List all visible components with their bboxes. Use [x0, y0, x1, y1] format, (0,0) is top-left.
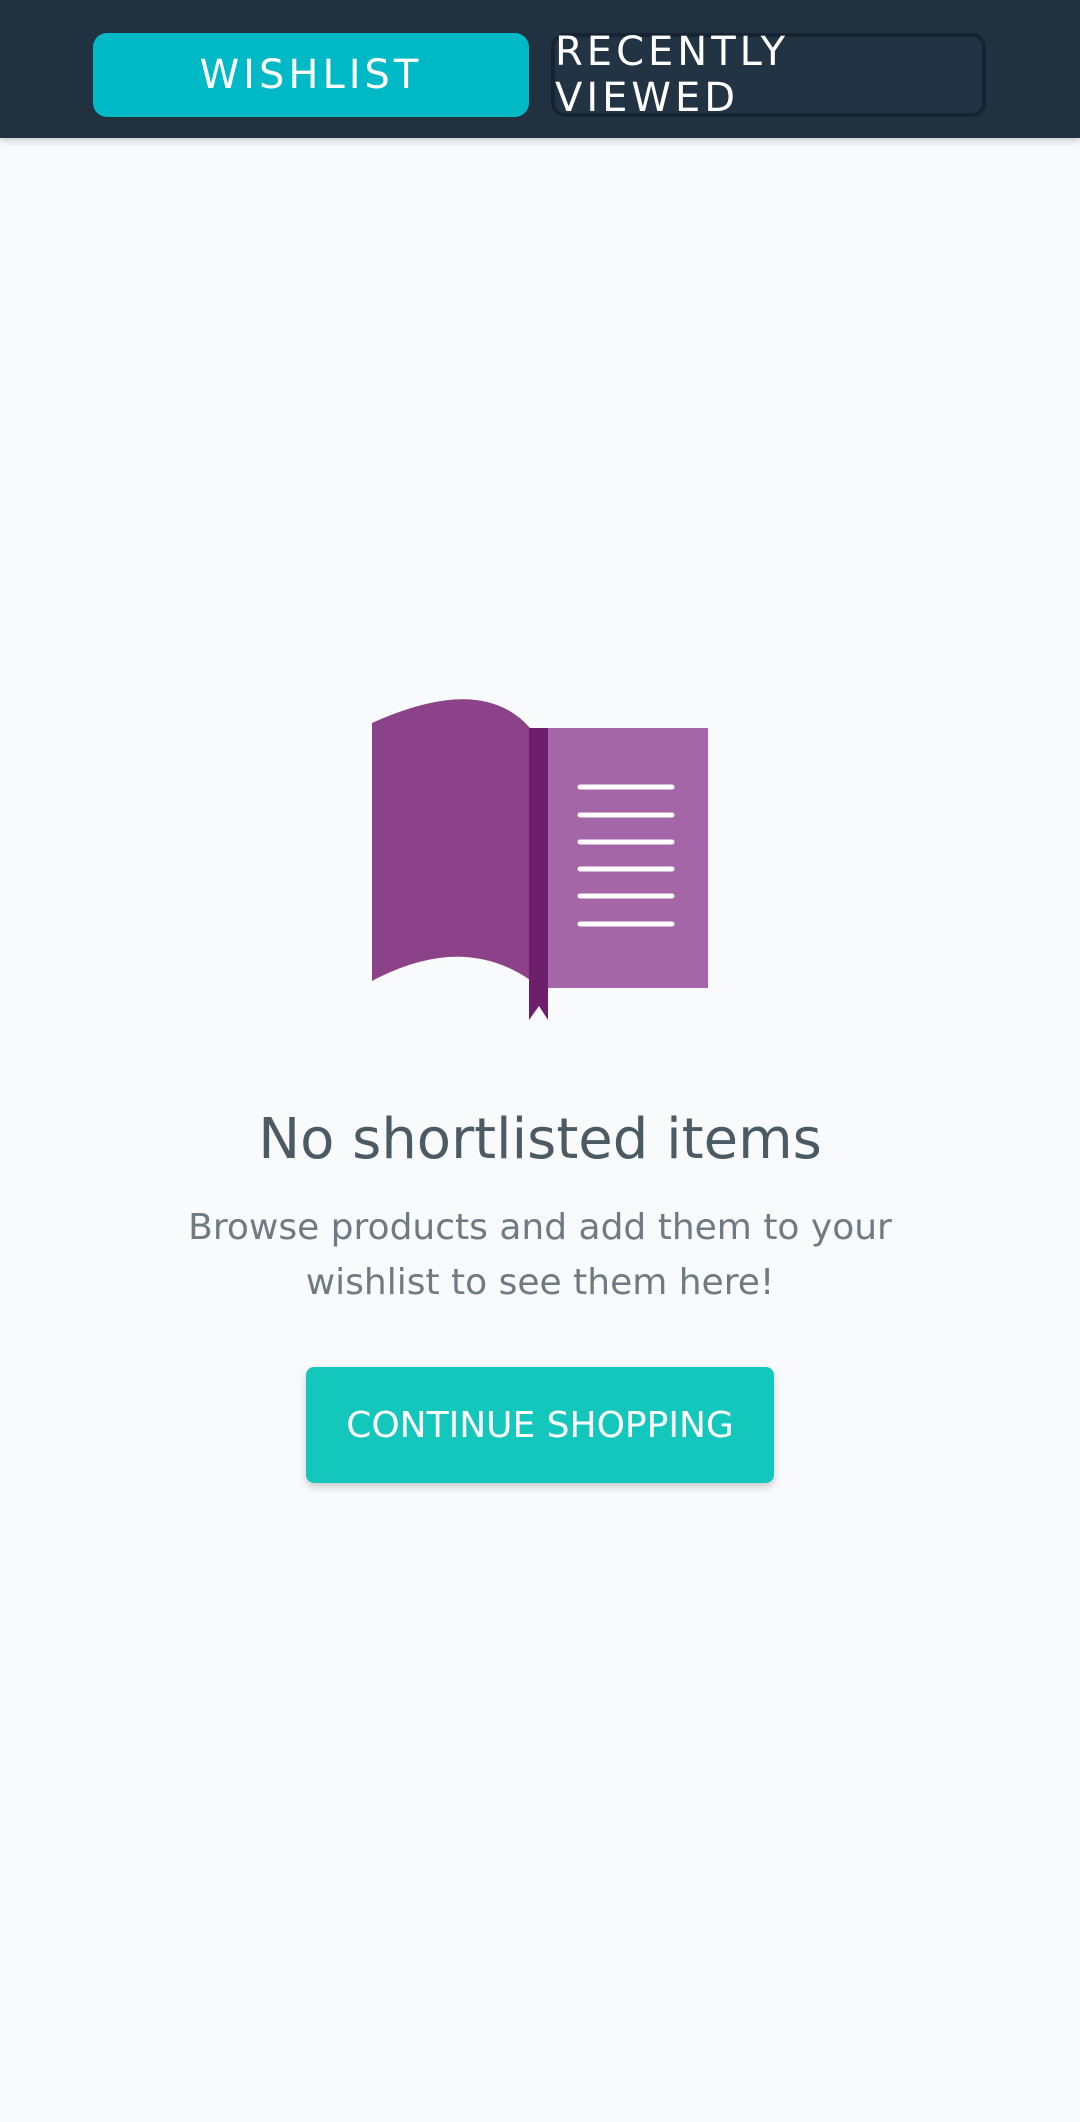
top-tab-bar: WISHLIST RECENTLY VIEWED [0, 0, 1080, 138]
tab-recently-viewed[interactable]: RECENTLY VIEWED [551, 29, 986, 121]
continue-shopping-button[interactable]: CONTINUE SHOPPING [306, 1367, 774, 1483]
open-book-icon [372, 698, 708, 1020]
tab-wishlist[interactable]: WISHLIST [93, 33, 529, 117]
empty-state-subtitle: Browse products and add them to your wis… [188, 1207, 892, 1303]
empty-state-title: No shortlisted items [258, 1107, 822, 1172]
